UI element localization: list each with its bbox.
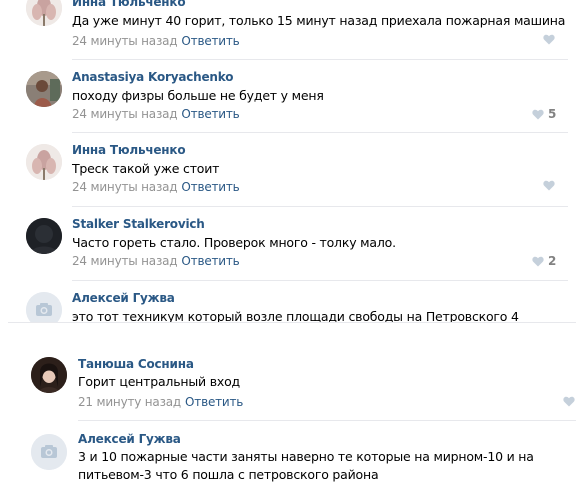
- comment-author[interactable]: Инна Тюльченко: [72, 0, 186, 10]
- comment-meta: 24 минуты назад Ответить: [72, 34, 240, 49]
- comment-item: Stalker Stalkerovich Часто гореть стало.…: [0, 207, 576, 280]
- comment-item: Алексей Гужва 3 и 10 пожарные части заня…: [0, 421, 576, 489]
- heart-icon: [543, 180, 555, 191]
- comment-text: это тот техникум который возле площади с…: [72, 309, 519, 322]
- reply-button[interactable]: Ответить: [181, 107, 239, 121]
- comment-time[interactable]: 24 минуты назад: [72, 107, 178, 121]
- heart-icon: [532, 256, 544, 266]
- heart-icon: [543, 34, 555, 45]
- comment-meta: 21 минуту назад Ответить: [78, 395, 243, 410]
- avatar[interactable]: [26, 218, 62, 254]
- like-button[interactable]: [563, 396, 576, 407]
- comment-item: Инна Тюльченко Треск такой уже стоит 24 …: [0, 133, 576, 206]
- like-button[interactable]: [543, 180, 559, 191]
- flower-avatar-image: [26, 0, 62, 26]
- comment-item: Танюша Соснина Горит центральный вход 21…: [0, 343, 576, 420]
- comment-meta: 24 минуты назад Ответить: [72, 180, 240, 195]
- comment-time[interactable]: 24 минуты назад: [72, 34, 178, 48]
- heart-icon: [532, 109, 544, 119]
- heart-icon: [563, 396, 575, 407]
- comment-time[interactable]: 24 минуты назад: [72, 254, 178, 268]
- divider: [8, 322, 576, 323]
- comment-text: Да уже минут 40 горит, только 15 минут н…: [72, 13, 566, 28]
- comment-time[interactable]: 21 минуту назад: [78, 395, 181, 409]
- comment-text: походу физры больше не будет у меня: [72, 88, 324, 103]
- reply-button[interactable]: Ответить: [185, 395, 243, 409]
- dark-avatar-image: [26, 218, 62, 254]
- camera-icon: [31, 434, 67, 470]
- camera-icon: [26, 292, 62, 322]
- comment-text-line: питьевом-3 что 6 пошла с петровского рай…: [78, 467, 379, 482]
- reply-button[interactable]: Ответить: [181, 180, 239, 194]
- flower-avatar-image: [26, 144, 62, 180]
- like-count: 2: [548, 254, 557, 268]
- comment-meta: 24 минуты назад Ответить: [72, 107, 240, 122]
- like-button[interactable]: 2: [532, 254, 556, 268]
- avatar[interactable]: [31, 434, 67, 470]
- comment-author[interactable]: Алексей Гужва: [72, 291, 175, 306]
- comment-author[interactable]: Алексей Гужва: [78, 432, 181, 447]
- comment-author[interactable]: Anastasiya Koryachenko: [72, 70, 233, 85]
- user-photo-avatar-image: [31, 357, 67, 393]
- comment-author[interactable]: Танюша Соснина: [78, 357, 194, 372]
- comment-text: Треск такой уже стоит: [72, 161, 220, 176]
- comment-author[interactable]: Инна Тюльченко: [72, 143, 186, 158]
- comment-author[interactable]: Stalker Stalkerovich: [72, 217, 205, 232]
- reply-button[interactable]: Ответить: [181, 254, 239, 268]
- like-button[interactable]: 5: [532, 107, 556, 121]
- like-button[interactable]: [543, 34, 559, 45]
- comment-text-line: 3 и 10 пожарные части заняты наверно те …: [78, 449, 534, 464]
- comment-item: Алексей Гужва это тот техникум который в…: [0, 281, 576, 322]
- comment-meta: 24 минуты назад Ответить: [72, 254, 240, 269]
- avatar[interactable]: [31, 357, 67, 393]
- avatar[interactable]: [26, 292, 62, 322]
- comment-item: Инна Тюльченко Да уже минут 40 горит, то…: [0, 0, 576, 58]
- section-separator: [0, 322, 576, 343]
- comment-time[interactable]: 24 минуты назад: [72, 180, 178, 194]
- reply-button[interactable]: Ответить: [181, 34, 239, 48]
- avatar[interactable]: [26, 144, 62, 180]
- avatar[interactable]: [26, 71, 62, 107]
- comments-panel-bottom: Танюша Соснина Горит центральный вход 21…: [0, 343, 576, 489]
- comment-text: Часто гореть стало. Проверок много - тол…: [72, 235, 396, 250]
- comment-text: Горит центральный вход: [78, 374, 240, 389]
- comments-panel-top: Инна Тюльченко Да уже минут 40 горит, то…: [0, 0, 576, 322]
- comment-item: Anastasiya Koryachenko походу физры боль…: [0, 60, 576, 132]
- like-count: 5: [548, 107, 557, 121]
- user-photo-avatar-image: [26, 71, 62, 107]
- avatar[interactable]: [26, 0, 62, 26]
